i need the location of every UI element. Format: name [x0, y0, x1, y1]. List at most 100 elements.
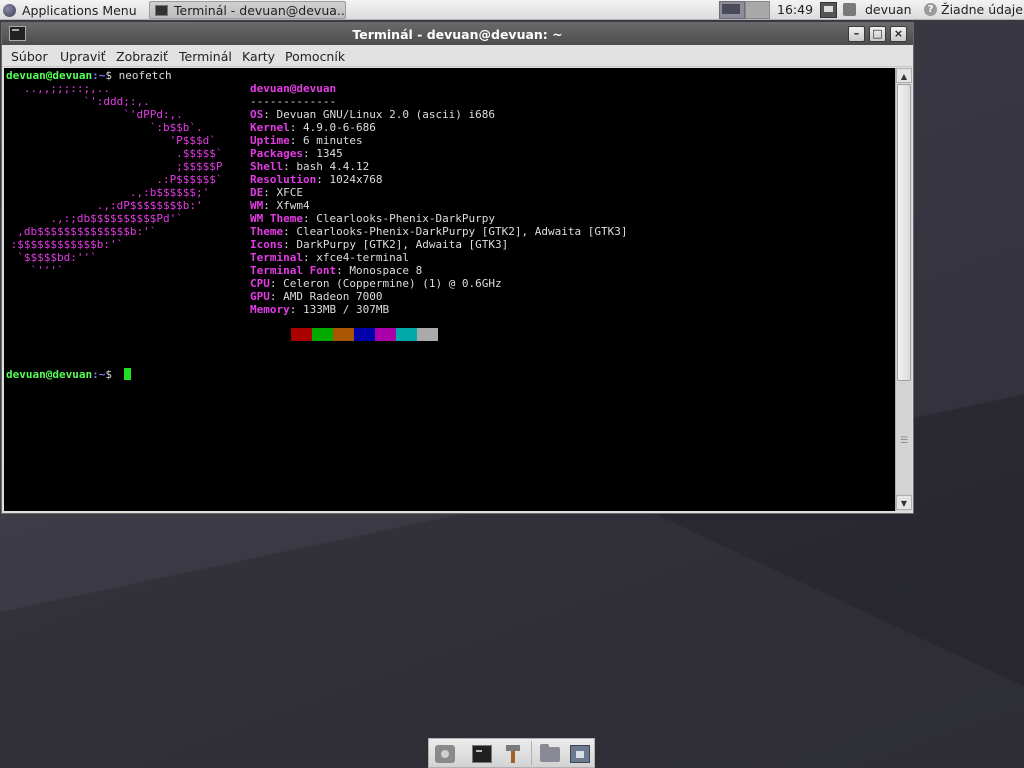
- logo-line: :$$$$$$$$$$$$b:'`: [4, 238, 124, 251]
- weather-status[interactable]: Žiadne údaje: [941, 2, 1023, 17]
- logo-line: .,:;db$$$$$$$$$$Pd'`: [4, 212, 183, 225]
- info-key: Shell: [250, 160, 284, 173]
- info-key: Terminal Font: [250, 264, 337, 277]
- info-row-theme: Theme: Clearlooks-Phenix-DarkPurpy [GTK2…: [250, 225, 628, 238]
- info-key: DE: [250, 186, 264, 199]
- menu-pomocnik[interactable]: Pomocník: [285, 49, 345, 64]
- info-row-resolution: Resolution: 1024x768: [250, 173, 383, 186]
- terminal-icon: [155, 4, 168, 16]
- menubar: Súbor Upraviť Zobraziť Terminál Karty Po…: [2, 45, 913, 67]
- tool-icon[interactable]: [506, 745, 520, 763]
- info-value: Xfwm4: [276, 199, 310, 212]
- logo-line: `$$$$$bd:''`: [4, 251, 97, 264]
- info-value: Devuan GNU/Linux 2.0 (ascii) i686: [276, 108, 496, 121]
- scroll-grip-icon: ☰: [900, 436, 909, 446]
- logo-line: ..,,;;;::;,..: [4, 82, 110, 95]
- info-value: Clearlooks-Phenix-DarkPurpy: [316, 212, 496, 225]
- prompt-host: devuan@devuan: [6, 69, 93, 82]
- info-value: Celeron (Coppermine) (1) @ 0.6GHz: [283, 277, 502, 290]
- info-row-os: OS: Devuan GNU/Linux 2.0 (ascii) i686: [250, 108, 496, 121]
- info-row-uptime: Uptime: 6 minutes: [250, 134, 363, 147]
- terminal-icon[interactable]: [472, 745, 492, 763]
- info-key: Terminal: [250, 251, 303, 264]
- logo-line: .:P$$$$$$`: [4, 173, 223, 186]
- screenshot-icon[interactable]: [570, 745, 590, 763]
- info-row-shell: Shell: bash 4.4.12: [250, 160, 370, 173]
- info-value: xfce4-terminal: [316, 251, 409, 264]
- taskbar-terminal-label: Terminál - devuan@devua...: [174, 2, 346, 18]
- logo-line: .,:dP$$$$$$$$b:': [4, 199, 203, 212]
- logo-line: ,db$$$$$$$$$$$$$$b:'`: [4, 225, 157, 238]
- folder-icon[interactable]: [540, 744, 560, 762]
- info-key: WM Theme: [250, 212, 303, 225]
- terminal-window: Terminál - devuan@devuan: ~ – □ × Súbor …: [1, 22, 914, 514]
- menu-zobrazit[interactable]: Zobraziť: [116, 49, 168, 64]
- menu-subor[interactable]: Súbor: [11, 49, 48, 64]
- info-row-wm-theme: WM Theme: Clearlooks-Phenix-DarkPurpy: [250, 212, 496, 225]
- info-value: DarkPurpy [GTK2], Adwaita [GTK3]: [296, 238, 509, 251]
- info-row-kernel: Kernel: 4.9.0-6-686: [250, 121, 376, 134]
- color-swatch: [396, 328, 417, 341]
- bottom-dock: [428, 738, 595, 768]
- menu-karty[interactable]: Karty: [242, 49, 275, 64]
- scroll-up-arrow[interactable]: ▲: [896, 68, 912, 83]
- info-row-wm: WM: Xfwm4: [250, 199, 310, 212]
- info-key: Icons: [250, 238, 284, 251]
- color-swatch: [270, 328, 291, 341]
- info-value: AMD Radeon 7000: [283, 290, 383, 303]
- applications-menu-button[interactable]: Applications Menu: [3, 1, 137, 19]
- scroll-thumb[interactable]: [897, 84, 911, 381]
- info-key: WM: [250, 199, 264, 212]
- applications-menu-label: Applications Menu: [22, 2, 137, 18]
- logo-line: `'''`: [4, 264, 64, 277]
- color-swatch: [312, 328, 333, 341]
- info-key: Memory: [250, 303, 290, 316]
- info-key: Packages: [250, 147, 303, 160]
- camera-icon[interactable]: [435, 745, 455, 763]
- info-value: 4.9.0-6-686: [303, 121, 376, 134]
- info-row-memory: Memory: 133MB / 307MB: [250, 303, 390, 316]
- user-menu[interactable]: devuan: [865, 2, 912, 17]
- workspace-1[interactable]: [719, 1, 745, 19]
- logo-line: `'dPPd:,.: [4, 108, 183, 121]
- info-row-terminal: Terminal: xfce4-terminal: [250, 251, 409, 264]
- info-key: Kernel: [250, 121, 290, 134]
- scroll-down-arrow[interactable]: ▼: [896, 495, 912, 510]
- command-text: neofetch: [111, 69, 172, 82]
- applications-menu-icon: [3, 3, 16, 17]
- info-key: CPU: [250, 277, 270, 290]
- maximize-button[interactable]: □: [869, 26, 886, 42]
- dock-separator: [531, 741, 532, 765]
- info-key: Theme: [250, 225, 284, 238]
- info-value: Clearlooks-Phenix-DarkPurpy [GTK2], Adwa…: [296, 225, 628, 238]
- prompt-symbol: $: [105, 69, 112, 82]
- prompt-path: :~: [92, 368, 106, 381]
- prompt-line: devuan@devuan:~$: [6, 368, 112, 381]
- menu-terminal[interactable]: Terminál: [179, 49, 232, 64]
- logo-line: `':ddd;:,.: [4, 95, 150, 108]
- logo-line: `:b$$b`.: [4, 121, 203, 134]
- weather-icon[interactable]: ?: [924, 3, 937, 16]
- menu-upravit[interactable]: Upraviť: [60, 49, 106, 64]
- terminal-scrollbar[interactable]: ▲ ☰ ▼: [895, 68, 912, 511]
- prompt-symbol: $: [105, 368, 112, 381]
- minimize-button[interactable]: –: [848, 26, 865, 42]
- taskbar-terminal-button[interactable]: Terminál - devuan@devua...: [149, 1, 346, 19]
- color-swatch: [333, 328, 354, 341]
- info-value: 1024x768: [329, 173, 383, 186]
- color-palette: [270, 328, 438, 341]
- tray-applet-icon[interactable]: [843, 3, 856, 16]
- info-key: OS: [250, 108, 264, 121]
- window-titlebar[interactable]: Terminál - devuan@devuan: ~ – □ ×: [2, 23, 913, 45]
- info-value: 6 minutes: [303, 134, 363, 147]
- info-row-de: DE: XFCE: [250, 186, 303, 199]
- clock[interactable]: 16:49: [777, 2, 813, 17]
- network-icon[interactable]: [820, 2, 837, 18]
- window-title: Terminál - devuan@devuan: ~: [352, 27, 563, 42]
- close-button[interactable]: ×: [890, 26, 907, 42]
- info-row-icons: Icons: DarkPurpy [GTK2], Adwaita [GTK3]: [250, 238, 509, 251]
- info-key: Uptime: [250, 134, 290, 147]
- workspace-2[interactable]: [745, 1, 770, 19]
- terminal-output[interactable]: devuan@devuan:~$ neofetch ..,,;;;::;,.. …: [4, 68, 895, 511]
- logo-line: ;$$$$$P: [4, 160, 223, 173]
